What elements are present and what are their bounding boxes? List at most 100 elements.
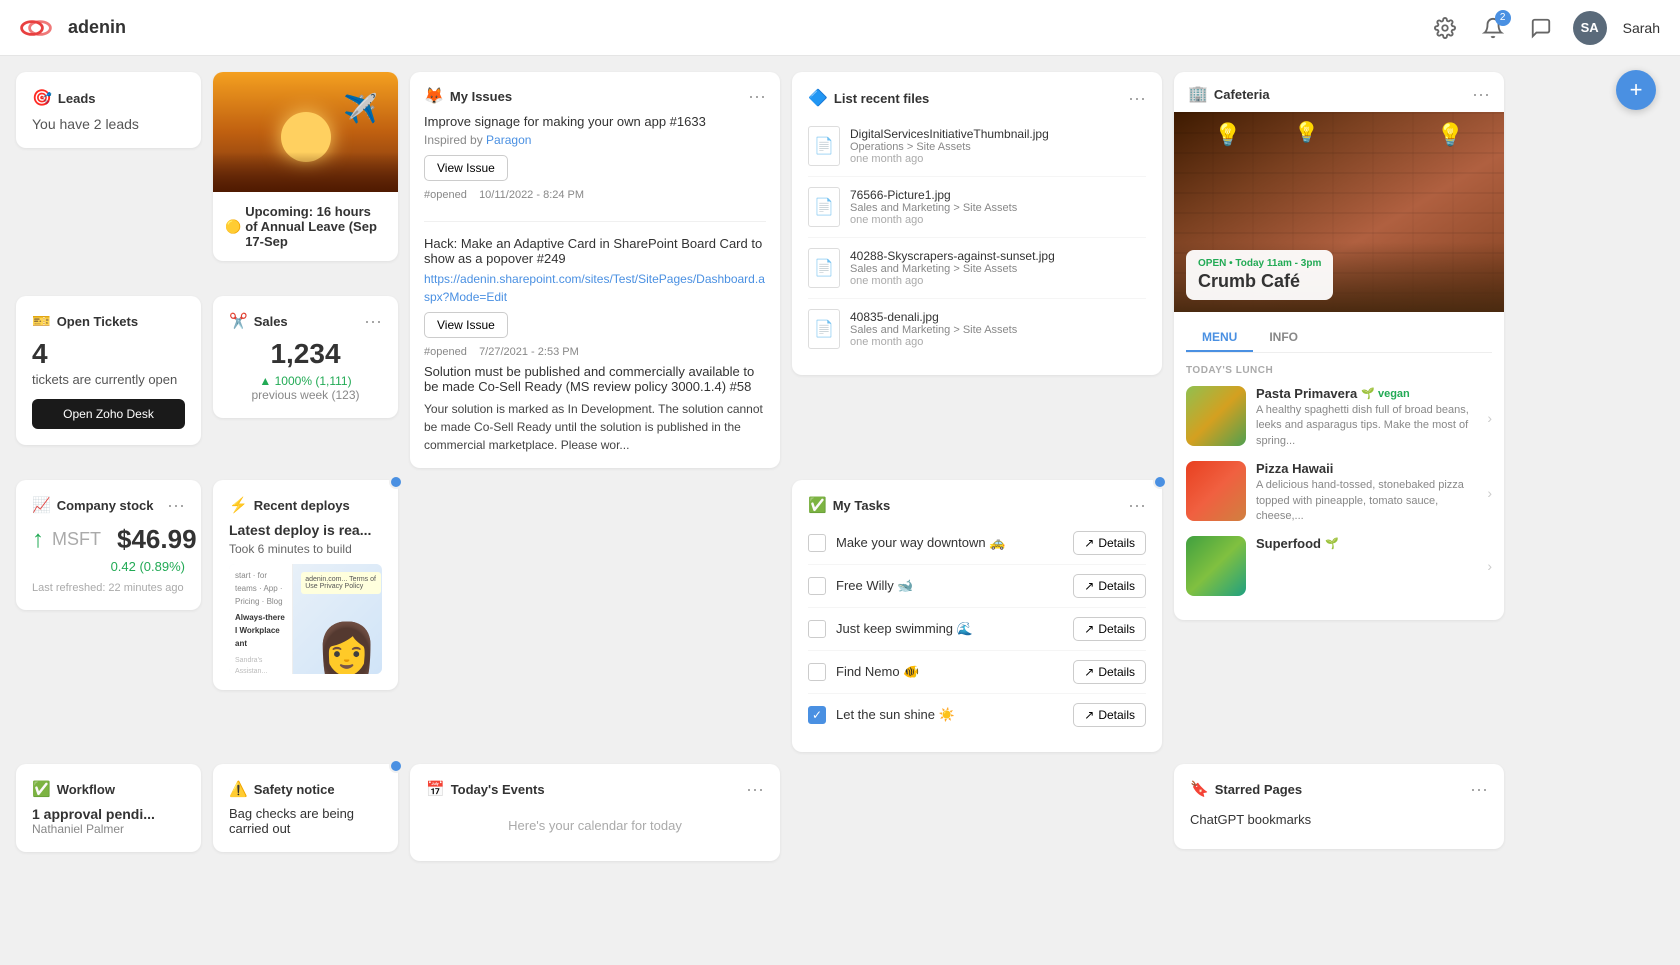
- view-issue-2-button[interactable]: View Issue: [424, 312, 508, 338]
- view-issue-1-button[interactable]: View Issue: [424, 155, 508, 181]
- settings-icon[interactable]: [1429, 12, 1461, 44]
- main-grid: 🎯 Leads You have 2 leads ✈️ 🟡 Upcoming: …: [0, 56, 1680, 877]
- issue-1-title: Improve signage for making your own app …: [424, 114, 766, 129]
- task-details-1-button[interactable]: ↗ Details: [1073, 531, 1146, 555]
- open-zoho-desk-button[interactable]: Open Zoho Desk: [32, 399, 185, 429]
- details-icon-4: ↗: [1084, 665, 1094, 679]
- issues-menu-button[interactable]: ···: [748, 87, 766, 105]
- issues-header: 🦊 My Issues ···: [424, 86, 766, 106]
- pto-image: ✈️: [213, 72, 398, 192]
- meal-superfood: Superfood 🌱 ›: [1186, 536, 1492, 596]
- details-icon-5: ↗: [1084, 708, 1094, 722]
- sales-prev: previous week (123): [229, 388, 382, 402]
- stock-header: 📈 Company stock ···: [32, 496, 185, 514]
- task-checkbox-4[interactable]: [808, 663, 826, 681]
- cafeteria-image: 💡 💡 💡 OPEN • Today 11am - 3pm Crumb Café: [1174, 112, 1504, 312]
- task-checkbox-1[interactable]: [808, 534, 826, 552]
- fab-button[interactable]: +: [1616, 70, 1656, 110]
- safety-notice-card: ⚠️ Safety notice Bag checks are being ca…: [213, 764, 398, 852]
- ticket-subtitle: tickets are currently open: [32, 372, 185, 387]
- tab-menu[interactable]: MENU: [1186, 324, 1253, 352]
- task-checkbox-3[interactable]: [808, 620, 826, 638]
- files-header: 🔷 List recent files ···: [808, 88, 1146, 108]
- starred-menu-button[interactable]: ···: [1470, 780, 1488, 798]
- events-placeholder: Here's your calendar for today: [426, 806, 764, 845]
- task-checkbox-5[interactable]: ✓: [808, 706, 826, 724]
- task-details-3-button[interactable]: ↗ Details: [1073, 617, 1146, 641]
- pasta-image: [1186, 386, 1246, 446]
- task-checkbox-2[interactable]: [808, 577, 826, 595]
- tasks-menu-button[interactable]: ···: [1128, 496, 1146, 514]
- issue-item-2: Hack: Make an Adaptive Card in SharePoin…: [424, 236, 766, 454]
- task-label-5: Let the sun shine ☀️: [836, 707, 1063, 723]
- tasks-notification-dot: [1153, 475, 1167, 489]
- deploys-header: ⚡ Recent deploys: [229, 496, 382, 514]
- superfood-arrow-icon[interactable]: ›: [1487, 558, 1492, 574]
- notification-badge: 2: [1495, 10, 1511, 26]
- task-item-2: Free Willy 🐋 ↗ Details: [808, 565, 1146, 608]
- file-icon-2: 📄: [808, 187, 840, 227]
- workflow-card: ✅ Workflow 1 approval pendi... Nathaniel…: [16, 764, 201, 852]
- deploys-icon: ⚡: [229, 496, 248, 514]
- avatar[interactable]: SA: [1573, 11, 1607, 45]
- lunch-header: TODAY'S LUNCH: [1186, 365, 1492, 376]
- details-icon-1: ↗: [1084, 536, 1094, 550]
- user-name[interactable]: Sarah: [1623, 20, 1660, 36]
- starred-title: 🔖 Starred Pages: [1190, 780, 1302, 798]
- pizza-arrow-icon[interactable]: ›: [1487, 485, 1492, 501]
- cafeteria-body: MENU INFO TODAY'S LUNCH Pasta Primavera …: [1174, 312, 1504, 620]
- stock-menu-button[interactable]: ···: [167, 496, 185, 514]
- task-item-4: Find Nemo 🐠 ↗ Details: [808, 651, 1146, 694]
- files-menu-button[interactable]: ···: [1128, 89, 1146, 107]
- task-details-4-button[interactable]: ↗ Details: [1073, 660, 1146, 684]
- gitlab-icon: 🦊: [424, 86, 444, 106]
- issue-2-url: https://adenin.sharepoint.com/sites/Test…: [424, 270, 766, 306]
- tab-info[interactable]: INFO: [1253, 324, 1314, 352]
- logo[interactable]: adenin: [20, 14, 126, 42]
- chat-icon[interactable]: [1525, 12, 1557, 44]
- hubspot-icon: 🎯: [32, 88, 52, 108]
- deploy-screenshot: start · for teams · App · Pricing · Blog…: [229, 564, 382, 674]
- workflow-header: ✅ Workflow: [32, 780, 185, 798]
- task-details-5-button[interactable]: ↗ Details: [1073, 703, 1146, 727]
- pasta-arrow-icon[interactable]: ›: [1487, 410, 1492, 426]
- cafeteria-tabs: MENU INFO: [1186, 324, 1492, 353]
- task-label-3: Just keep swimming 🌊: [836, 621, 1063, 637]
- tickets-header: 🎫 Open Tickets: [32, 312, 185, 330]
- events-menu-button[interactable]: ···: [746, 780, 764, 798]
- sales-menu-button[interactable]: ···: [364, 312, 382, 330]
- superfood-info: Superfood 🌱: [1256, 536, 1477, 551]
- issue-1-inspired: Inspired by Paragon: [424, 133, 766, 147]
- issue-2-meta: #opened 7/27/2021 - 2:53 PM: [424, 346, 766, 358]
- cafeteria-header: 🏢 Cafeteria ···: [1174, 72, 1504, 112]
- task-details-2-button[interactable]: ↗ Details: [1073, 574, 1146, 598]
- stock-price: $46.99: [117, 524, 197, 555]
- tasks-title: ✅ My Tasks: [808, 496, 890, 514]
- deploys-notification-dot: [389, 475, 403, 489]
- stock-up-icon: ↑: [32, 526, 44, 554]
- issue-item-1: Improve signage for making your own app …: [424, 114, 766, 222]
- meal-pizza: Pizza Hawaii A delicious hand-tossed, st…: [1186, 461, 1492, 524]
- workflow-icon: ✅: [32, 780, 51, 798]
- header: adenin 2 SA Sarah: [0, 0, 1680, 56]
- starred-header: 🔖 Starred Pages ···: [1190, 780, 1488, 798]
- files-card: 🔷 List recent files ··· 📄 DigitalService…: [792, 72, 1162, 375]
- pto-body: 🟡 Upcoming: 16 hours of Annual Leave (Se…: [213, 192, 398, 261]
- safety-header: ⚠️ Safety notice: [229, 780, 382, 798]
- meal-pasta: Pasta Primavera 🌱 vegan A healthy spaghe…: [1186, 386, 1492, 449]
- notifications-icon[interactable]: 2: [1477, 12, 1509, 44]
- cafeteria-icon: 🏢: [1188, 84, 1208, 104]
- logo-icon: [20, 14, 60, 42]
- task-label-4: Find Nemo 🐠: [836, 664, 1063, 680]
- pizza-image: [1186, 461, 1246, 521]
- files-title: 🔷 List recent files: [808, 88, 929, 108]
- starred-item-1[interactable]: ChatGPT bookmarks: [1190, 806, 1488, 833]
- cafeteria-menu-button[interactable]: ···: [1472, 85, 1490, 103]
- file-info-1: DigitalServicesInitiativeThumbnail.jpg O…: [850, 127, 1049, 165]
- issue-1-link[interactable]: Paragon: [486, 133, 531, 147]
- file-icon-4: 📄: [808, 309, 840, 349]
- tasks-card: ✅ My Tasks ··· Make your way downtown 🚕 …: [792, 480, 1162, 752]
- leads-card-header: 🎯 Leads: [32, 88, 185, 108]
- stock-refresh: Last refreshed: 22 minutes ago: [32, 582, 185, 594]
- starred-pages-card: 🔖 Starred Pages ··· ChatGPT bookmarks: [1174, 764, 1504, 849]
